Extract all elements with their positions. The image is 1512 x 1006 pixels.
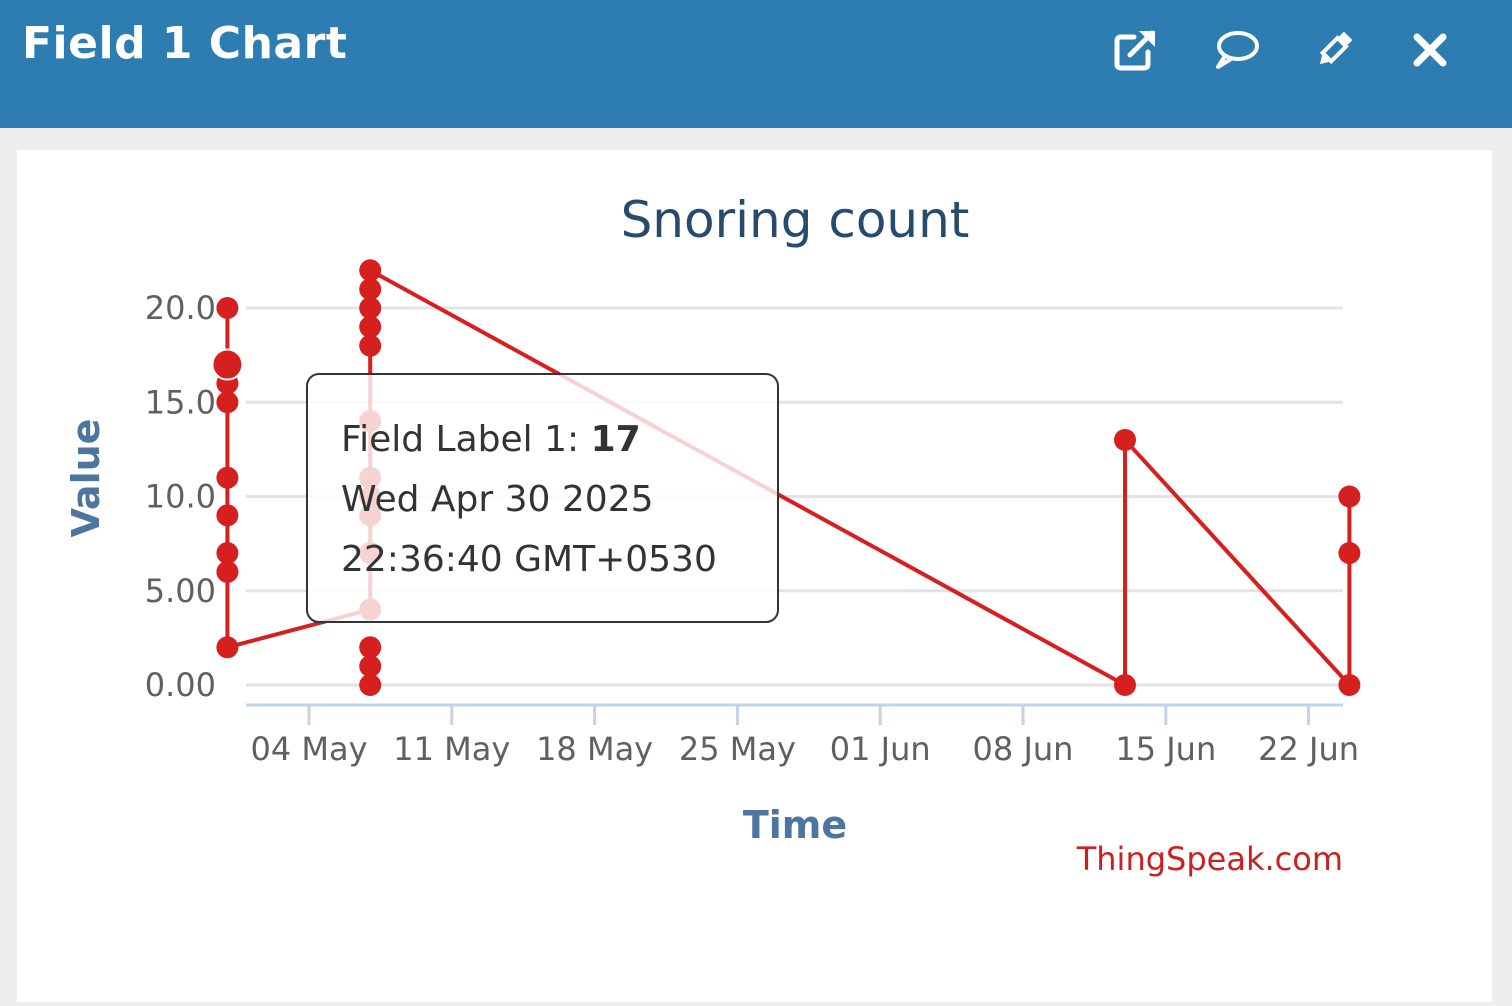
data-point[interactable] bbox=[1114, 674, 1136, 696]
tooltip-line-1: Field Label 1: 17 bbox=[341, 419, 641, 460]
x-tick-label: 04 May bbox=[250, 730, 367, 768]
y-tick-label: 10.0 bbox=[145, 478, 216, 516]
data-point[interactable] bbox=[216, 560, 239, 583]
y-axis-title: Value bbox=[64, 419, 108, 538]
x-tick-label: 11 May bbox=[393, 730, 510, 768]
data-point[interactable] bbox=[1338, 485, 1361, 508]
data-point[interactable] bbox=[1338, 542, 1361, 565]
comment-icon[interactable] bbox=[1208, 24, 1264, 76]
window-title: Field 1 Chart bbox=[22, 18, 348, 69]
x-tick-label: 25 May bbox=[679, 730, 796, 768]
data-point[interactable] bbox=[359, 655, 382, 678]
tooltip-time: 22:36:40 GMT+0530 bbox=[341, 539, 717, 580]
data-point[interactable] bbox=[359, 315, 382, 338]
y-tick-label: 5.00 bbox=[145, 572, 216, 610]
data-point[interactable] bbox=[216, 504, 239, 527]
data-point[interactable] bbox=[359, 259, 382, 282]
close-icon[interactable] bbox=[1402, 24, 1458, 76]
window-header: Field 1 Chart bbox=[0, 0, 1512, 128]
tooltip-value: 17 bbox=[591, 419, 641, 460]
y-tick-label: 15.0 bbox=[145, 383, 216, 421]
external-link-icon[interactable] bbox=[1108, 24, 1164, 76]
tooltip-label: Field Label 1: bbox=[341, 419, 591, 460]
data-point[interactable] bbox=[359, 674, 382, 696]
x-tick-label: 22 Jun bbox=[1258, 730, 1359, 768]
x-axis-title: Time bbox=[743, 803, 847, 847]
data-point[interactable] bbox=[1338, 674, 1361, 696]
x-tick-label: 08 Jun bbox=[973, 730, 1074, 768]
data-point[interactable] bbox=[216, 297, 239, 319]
chart-title: Snoring count bbox=[621, 191, 970, 249]
data-point[interactable] bbox=[216, 391, 239, 414]
credit-link[interactable]: ThingSpeak.com bbox=[1076, 840, 1343, 878]
y-tick-label: 0.00 bbox=[145, 666, 216, 704]
data-point[interactable] bbox=[1114, 428, 1136, 451]
y-tick-label: 20.0 bbox=[145, 289, 216, 327]
data-point[interactable] bbox=[216, 542, 239, 565]
data-point[interactable] bbox=[359, 334, 382, 357]
x-ticks: 04 May 11 May 18 May 25 May 01 Jun 08 Jun 15 J… bbox=[250, 705, 1359, 768]
x-tick-label: 18 May bbox=[536, 730, 653, 768]
x-tick-label: 15 Jun bbox=[1115, 730, 1216, 768]
chart-panel: Snoring count 0.00 5.00 10.0 15.0 20.0 04 Ma… bbox=[17, 150, 1492, 1002]
pencil-icon[interactable] bbox=[1306, 24, 1362, 76]
data-point[interactable] bbox=[359, 636, 382, 659]
data-point[interactable] bbox=[216, 636, 239, 659]
data-point[interactable] bbox=[359, 278, 382, 301]
data-point[interactable] bbox=[216, 466, 239, 489]
data-point-highlighted[interactable] bbox=[211, 348, 244, 381]
tooltip-date: Wed Apr 30 2025 bbox=[341, 479, 654, 520]
x-tick-label: 01 Jun bbox=[830, 730, 931, 768]
chart-svg: Snoring count 0.00 5.00 10.0 15.0 20.0 04 Ma… bbox=[64, 191, 1361, 878]
tooltip: Field Label 1: 17 Wed Apr 30 2025 22:36:… bbox=[306, 373, 779, 623]
data-point[interactable] bbox=[359, 297, 382, 319]
y-tick-labels: 0.00 5.00 10.0 15.0 20.0 bbox=[145, 289, 216, 704]
